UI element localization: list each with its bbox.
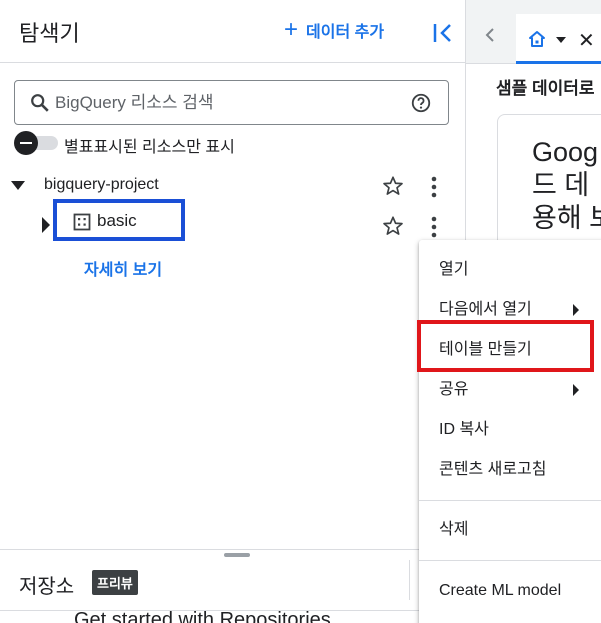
- menu-item-label: ID 복사: [439, 421, 489, 438]
- explorer-title: 탐색기: [19, 21, 80, 46]
- project-node[interactable]: bigquery-project: [44, 176, 159, 194]
- menu-item-label: 삭제: [439, 521, 469, 538]
- search-input[interactable]: [55, 92, 395, 113]
- menu-item-label: 콘텐츠 새로고침: [439, 461, 547, 478]
- view-details-link[interactable]: 자세히 보기: [84, 256, 162, 280]
- starred-only-label: 별표표시된 리소스만 표시: [64, 139, 235, 156]
- submenu-arrow-icon: [573, 384, 579, 396]
- dataset-node[interactable]: basic: [97, 211, 137, 231]
- create-table-highlight: [417, 320, 594, 372]
- repositories-divider: [409, 560, 410, 600]
- star-icon[interactable]: [382, 175, 404, 197]
- submenu-arrow-icon: [573, 304, 579, 316]
- menu-item-refresh-contents[interactable]: 콘텐츠 새로고침: [419, 450, 601, 490]
- resource-search-box[interactable]: [14, 80, 449, 125]
- repositories-get-started: Get started with Repositories: [74, 609, 331, 623]
- menu-item-label: 공유: [439, 381, 469, 398]
- tab-bar: ✕: [466, 0, 601, 64]
- explorer-panel: 탐색기 + 데이터 추가 별표표시된 리소스만 표시 bigquery-proj…: [0, 0, 465, 623]
- chevron-down-icon[interactable]: [556, 37, 566, 43]
- more-actions-icon[interactable]: [429, 216, 439, 238]
- more-actions-icon[interactable]: [429, 176, 439, 198]
- menu-item-label: Create ML model: [439, 582, 562, 599]
- plus-icon: +: [284, 16, 299, 43]
- menu-item-delete[interactable]: 삭제: [419, 510, 601, 550]
- menu-item-create-ml-model[interactable]: Create ML model: [419, 571, 601, 611]
- section-divider: [0, 549, 465, 550]
- menu-separator: [419, 500, 601, 501]
- sample-data-title: 샘플 데이터로: [496, 79, 595, 98]
- preview-badge: 프리뷰: [92, 570, 138, 595]
- collapse-panel-icon[interactable]: [428, 18, 458, 48]
- menu-item-share[interactable]: 공유: [419, 370, 601, 410]
- resize-handle[interactable]: [224, 553, 250, 557]
- chevron-left-icon[interactable]: [482, 25, 498, 45]
- starred-only-toggle[interactable]: [14, 131, 60, 155]
- close-icon[interactable]: ✕: [578, 28, 595, 53]
- card-text: Goog 드 데 용해 보: [532, 137, 601, 233]
- add-data-button[interactable]: + 데이터 추가: [284, 18, 384, 42]
- dataset-context-menu: 열기 다음에서 열기 테이블 만들기 공유 ID 복사 콘텐츠 새로고침 삭제 …: [419, 240, 601, 623]
- expand-arrow-icon[interactable]: [11, 181, 25, 190]
- star-icon[interactable]: [382, 215, 404, 237]
- search-icon: [31, 93, 49, 112]
- menu-item-label: 다음에서 열기: [439, 301, 532, 318]
- menu-item-label: 열기: [439, 261, 469, 278]
- add-data-label: 데이터 추가: [306, 24, 385, 41]
- home-icon: [529, 31, 545, 47]
- repositories-title: 저장소: [19, 576, 75, 598]
- help-icon[interactable]: [410, 92, 432, 114]
- dataset-icon: [73, 213, 91, 231]
- menu-separator: [419, 560, 601, 561]
- menu-item-open[interactable]: 열기: [419, 250, 601, 290]
- menu-item-copy-id[interactable]: ID 복사: [419, 410, 601, 450]
- collapse-arrow-icon[interactable]: [42, 217, 50, 233]
- tab-home[interactable]: ✕: [516, 14, 601, 64]
- header-divider: [0, 62, 465, 63]
- toggle-knob: [14, 131, 38, 155]
